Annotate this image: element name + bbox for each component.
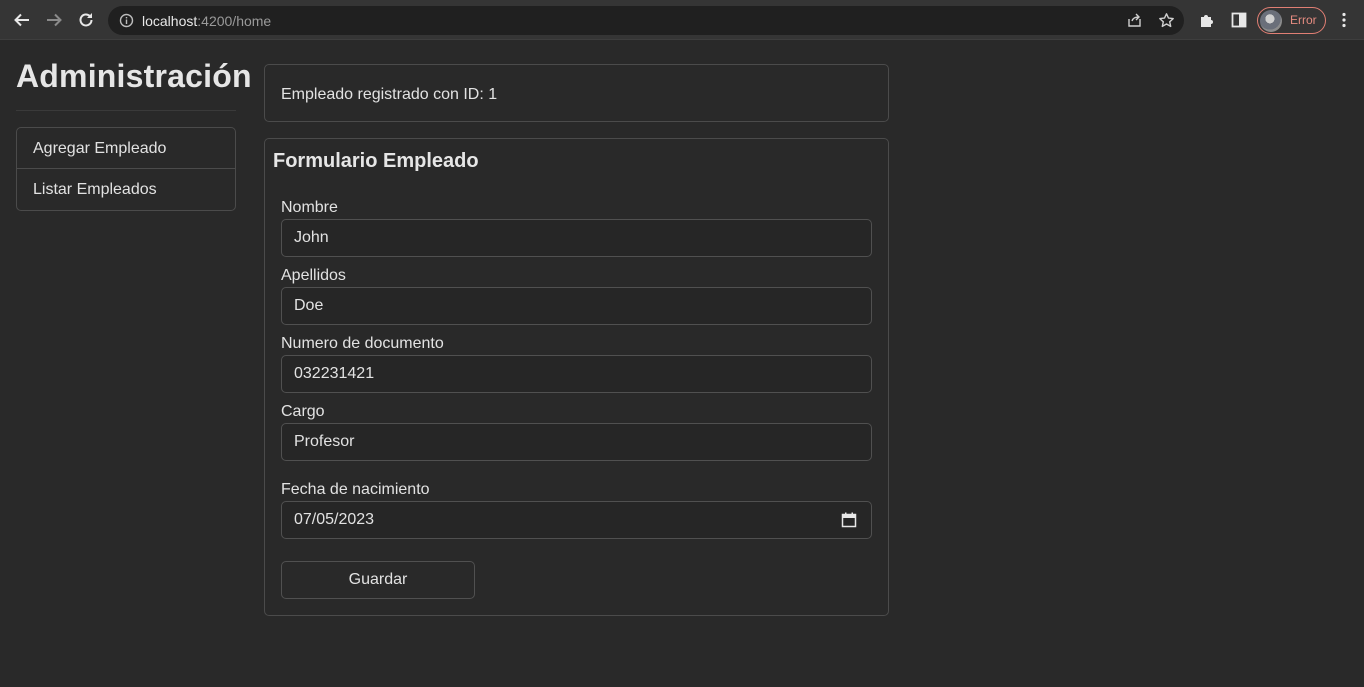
fecha-nacimiento-input[interactable]: 07/05/2023 [281, 501, 872, 539]
reload-button[interactable] [74, 8, 98, 32]
cargo-input[interactable]: Profesor [281, 423, 872, 461]
menu-icon[interactable] [1335, 11, 1353, 29]
profile-button[interactable]: Error [1257, 7, 1326, 34]
page-title: Administración [16, 58, 252, 94]
profile-status-label: Error [1290, 13, 1317, 27]
employee-form: Formulario Empleado Nombre John Apellido… [264, 138, 889, 616]
cargo-value: Profesor [294, 433, 355, 450]
nombre-label: Nombre [281, 199, 338, 216]
apellidos-input[interactable]: Doe [281, 287, 872, 325]
extensions-icon[interactable] [1198, 11, 1216, 29]
avatar [1260, 10, 1282, 32]
reload-icon [79, 13, 93, 27]
documento-value: 032231421 [294, 365, 375, 382]
url-host: localhost [142, 13, 198, 29]
url-text[interactable]: localhost:4200/home [142, 13, 271, 29]
forward-button[interactable] [42, 8, 66, 32]
success-alert: Empleado registrado con ID: 1 [264, 64, 889, 122]
apellidos-label: Apellidos [281, 267, 346, 284]
nombre-input[interactable]: John [281, 219, 872, 257]
browser-toolbar: localhost:4200/home Error [0, 0, 1364, 40]
cargo-label: Cargo [281, 403, 325, 420]
fecha-nacimiento-value: 07/05/2023 [294, 511, 375, 528]
sidebar-menu: Agregar Empleado Listar Empleados [16, 127, 236, 211]
sidebar-divider [16, 110, 236, 111]
site-info-icon[interactable] [119, 13, 134, 28]
forward-arrow-icon [47, 13, 62, 27]
address-bar[interactable]: localhost:4200/home [108, 6, 1184, 35]
save-button[interactable]: Guardar [281, 561, 475, 599]
documento-input[interactable]: 032231421 [281, 355, 872, 393]
back-arrow-icon [14, 13, 29, 27]
side-panel-icon[interactable] [1230, 11, 1248, 29]
url-path: :4200/home [197, 13, 272, 29]
calendar-icon[interactable] [841, 512, 857, 528]
nombre-value: John [294, 229, 329, 246]
alert-message: Empleado registrado con ID: 1 [281, 86, 498, 103]
documento-label: Numero de documento [281, 335, 444, 352]
sidebar-item-agregar-empleado[interactable]: Agregar Empleado [17, 128, 235, 169]
apellidos-value: Doe [294, 297, 324, 314]
share-icon[interactable] [1126, 12, 1143, 29]
fecha-nacimiento-label: Fecha de nacimiento [281, 481, 430, 498]
star-icon[interactable] [1158, 12, 1175, 29]
form-title: Formulario Empleado [273, 150, 479, 172]
sidebar-item-listar-empleados[interactable]: Listar Empleados [17, 169, 235, 210]
back-button[interactable] [10, 8, 34, 32]
